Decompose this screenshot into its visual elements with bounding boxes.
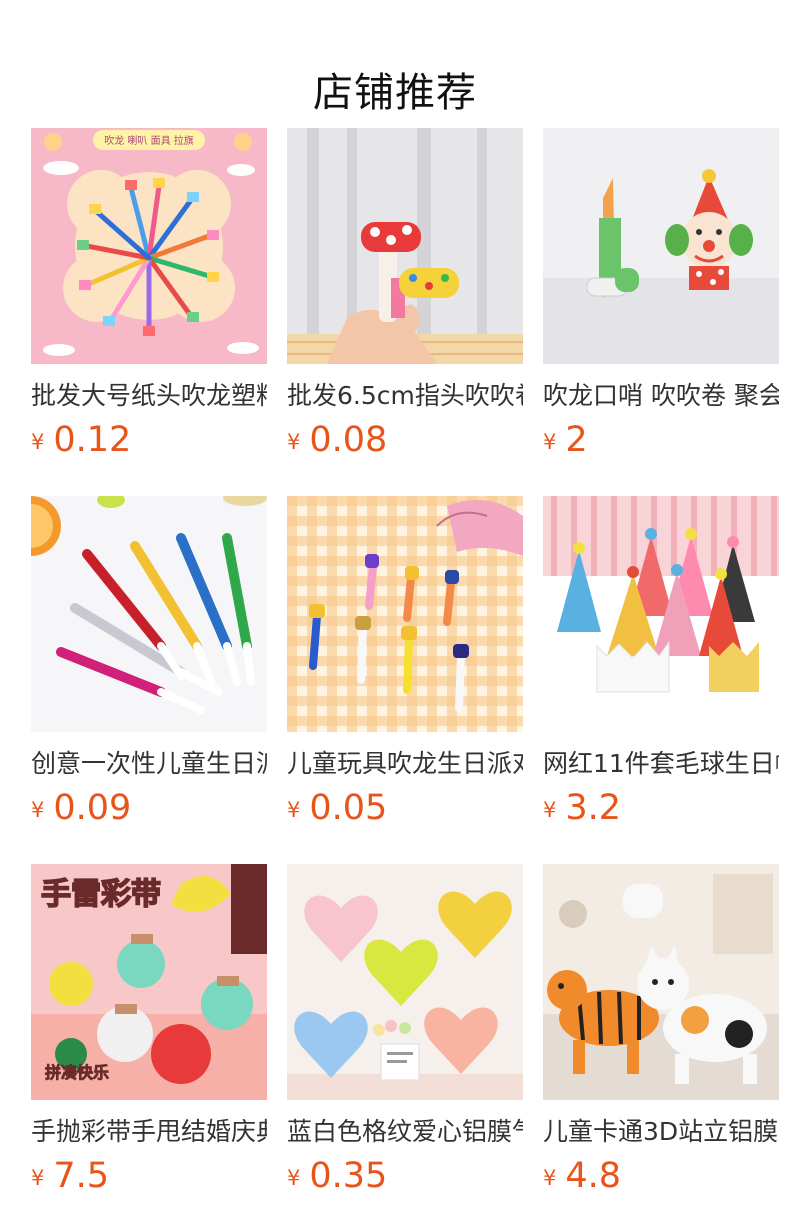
product-price: ¥4.8	[543, 1154, 779, 1198]
product-grid: 吹龙 喇叭 面具 拉旗 批发大号纸头吹龙塑料 ¥ 0.12 批发6.5cm指头吹…	[31, 128, 779, 1232]
product-card[interactable]: 儿童玩具吹龙生日派对 ¥0.05	[287, 496, 523, 864]
price-value: 0.35	[309, 1156, 388, 1196]
currency-symbol: ¥	[31, 798, 45, 822]
product-name[interactable]: 吹龙口哨 吹吹卷 聚会	[543, 378, 779, 414]
product-price: ¥0.09	[31, 786, 267, 830]
clown-blower-image[interactable]	[543, 128, 779, 364]
product-name[interactable]: 蓝白色格纹爱心铝膜气	[287, 1114, 523, 1150]
currency-symbol: ¥	[31, 1166, 45, 1190]
price-value: 2	[565, 420, 588, 460]
product-card[interactable]: 网红11件套毛球生日帽 ¥3.2	[543, 496, 779, 864]
product-price: ¥3.2	[543, 786, 779, 830]
price-value: 3.2	[565, 788, 622, 828]
product-card[interactable]: 吹龙口哨 吹吹卷 聚会 ¥2	[543, 128, 779, 496]
product-price: ¥7.5	[31, 1154, 267, 1198]
hand-throw-streamers-image[interactable]: 手雷彩带 拼凑快乐	[31, 864, 267, 1100]
blowers-on-gingham-image[interactable]	[287, 496, 523, 732]
card1-banner-text: 吹龙 喇叭 面具 拉旗	[104, 134, 194, 147]
card7-footer-text: 拼凑快乐	[45, 1063, 109, 1082]
product-name[interactable]: 儿童玩具吹龙生日派对	[287, 746, 523, 782]
product-name[interactable]: 手抛彩带手甩结婚庆典	[31, 1114, 267, 1150]
product-price: ¥2	[543, 418, 779, 462]
product-name[interactable]: 网红11件套毛球生日帽	[543, 746, 779, 782]
product-name[interactable]: 创意一次性儿童生日派	[31, 746, 267, 782]
price-value: 7.5	[53, 1156, 110, 1196]
currency-symbol: ¥	[543, 1166, 557, 1190]
price-value: 0.09	[53, 788, 132, 828]
recommend-page: 店铺推荐 吹龙 喇叭 面具 拉旗 批发大号纸头吹龙塑料 ¥ 0.12 批发6.5…	[0, 0, 790, 1232]
price-value: 0.12	[53, 420, 132, 460]
product-price: ¥0.08	[287, 418, 523, 462]
product-card[interactable]: 儿童卡通3D站立铝膜气 ¥4.8	[543, 864, 779, 1232]
party-hats-set-image[interactable]	[543, 496, 779, 732]
product-card[interactable]: 手雷彩带 拼凑快乐 手抛彩带手甩结婚庆典 ¥7.5	[31, 864, 267, 1232]
section-title: 店铺推荐	[313, 69, 477, 116]
animal-balloons-image[interactable]	[543, 864, 779, 1100]
product-price: ¥0.12	[31, 418, 267, 462]
gingham-heart-balloons-image[interactable]	[287, 864, 523, 1100]
product-name[interactable]: 批发6.5cm指头吹吹卷	[287, 378, 523, 414]
product-card[interactable]: 批发6.5cm指头吹吹卷 ¥0.08	[287, 128, 523, 496]
currency-symbol: ¥	[31, 430, 45, 454]
currency-symbol: ¥	[287, 430, 301, 454]
product-name[interactable]: 儿童卡通3D站立铝膜气	[543, 1114, 779, 1150]
product-price: ¥0.35	[287, 1154, 523, 1198]
fringe-tassel-blowers-image[interactable]	[31, 496, 267, 732]
price-value: 0.08	[309, 420, 388, 460]
product-card[interactable]: 创意一次性儿童生日派 ¥0.09	[31, 496, 267, 864]
finger-blower-hand-image[interactable]	[287, 128, 523, 364]
price-value: 4.8	[565, 1156, 622, 1196]
currency-symbol: ¥	[543, 430, 557, 454]
card7-banner-text: 手雷彩带	[41, 877, 161, 912]
product-card[interactable]: 蓝白色格纹爱心铝膜气 ¥0.35	[287, 864, 523, 1232]
price-value: 0.05	[309, 788, 388, 828]
currency-symbol: ¥	[543, 798, 557, 822]
currency-symbol: ¥	[287, 1166, 301, 1190]
product-card[interactable]: 吹龙 喇叭 面具 拉旗 批发大号纸头吹龙塑料 ¥ 0.12	[31, 128, 267, 496]
party-blowers-pink-card-image[interactable]: 吹龙 喇叭 面具 拉旗	[31, 128, 267, 364]
product-price: ¥0.05	[287, 786, 523, 830]
currency-symbol: ¥	[287, 798, 301, 822]
product-name[interactable]: 批发大号纸头吹龙塑料	[31, 378, 267, 414]
